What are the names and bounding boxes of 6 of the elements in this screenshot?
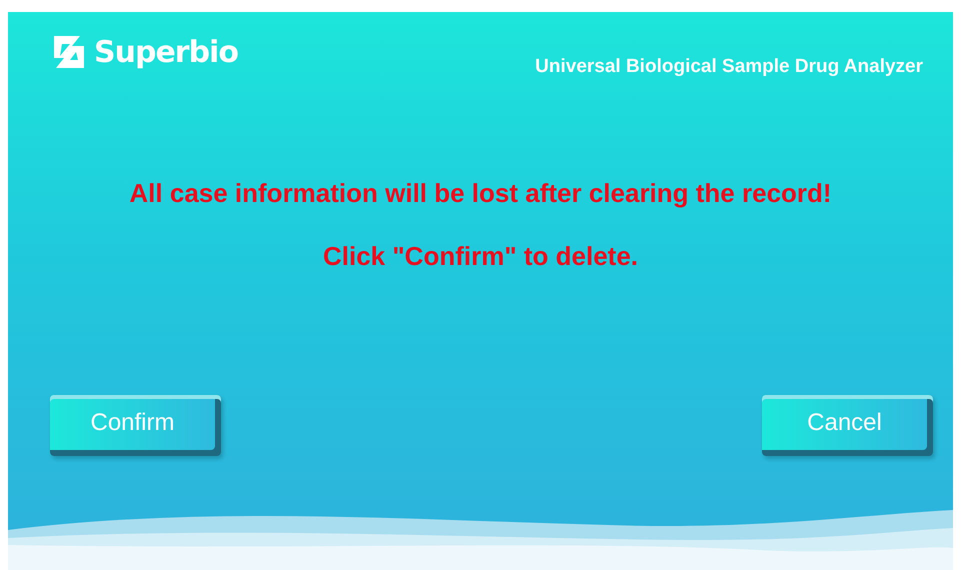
dialog-button[interactable]: Cancel — [762, 395, 933, 456]
logo-text: Superbio — [94, 34, 238, 70]
warning-message: All case information will be lost after clearing the record! — [129, 178, 832, 209]
warning-message: Click "Confirm" to delete. — [322, 241, 638, 272]
app-title: Universal Biological Sample Drug Analyzer — [535, 56, 923, 78]
dialog-button[interactable]: Confirm — [50, 395, 221, 456]
